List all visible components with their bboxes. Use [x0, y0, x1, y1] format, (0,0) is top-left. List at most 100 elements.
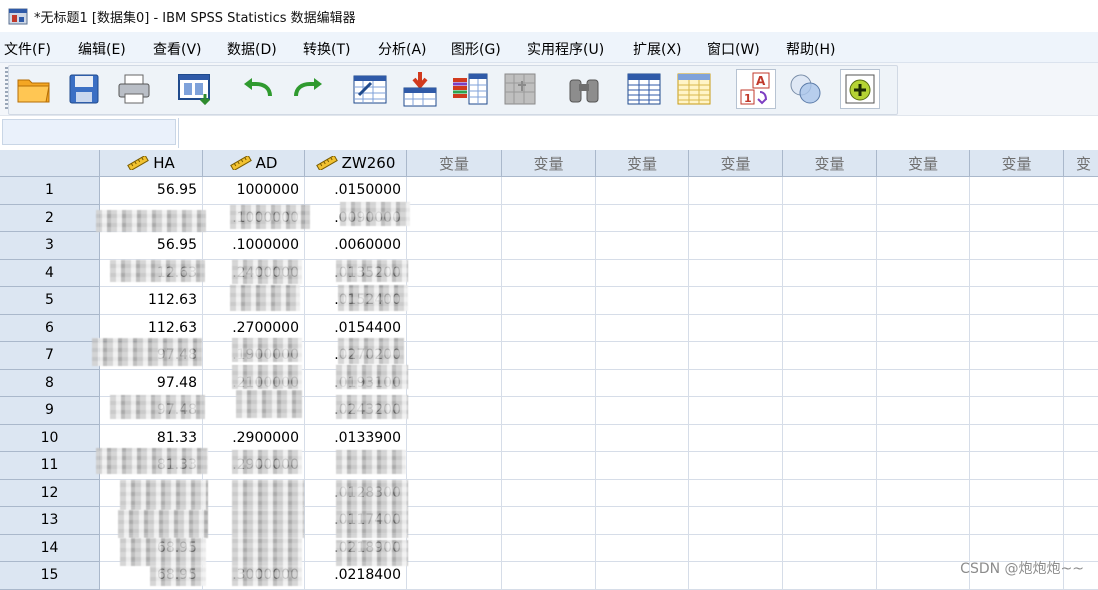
- data-cell[interactable]: [1064, 397, 1098, 425]
- data-cell[interactable]: [1064, 232, 1098, 260]
- data-cell[interactable]: [596, 204, 689, 232]
- data-cell[interactable]: 68.95: [100, 534, 203, 562]
- data-cell[interactable]: 112.63: [100, 287, 203, 315]
- data-cell[interactable]: .2400000: [203, 259, 305, 287]
- data-cell[interactable]: [407, 397, 502, 425]
- data-cell[interactable]: [502, 397, 596, 425]
- data-cell[interactable]: [502, 314, 596, 342]
- menu-item[interactable]: 窗口(W): [707, 39, 760, 59]
- data-cell[interactable]: [502, 369, 596, 397]
- data-cell[interactable]: [1064, 425, 1098, 452]
- menu-item[interactable]: 图形(G): [451, 39, 501, 59]
- data-cell[interactable]: .0270200: [305, 342, 407, 370]
- data-cell[interactable]: [877, 562, 970, 590]
- menu-item[interactable]: 转换(T): [303, 39, 350, 59]
- data-cell[interactable]: [502, 562, 596, 590]
- data-cell[interactable]: [596, 452, 689, 480]
- data-cell[interactable]: [970, 342, 1064, 370]
- data-cell[interactable]: [596, 369, 689, 397]
- data-cell[interactable]: [407, 232, 502, 260]
- data-cell[interactable]: [783, 562, 877, 590]
- undo-icon[interactable]: [238, 69, 278, 109]
- data-cell[interactable]: [502, 507, 596, 535]
- row-header[interactable]: 8: [0, 369, 100, 397]
- data-cell[interactable]: 112.63: [100, 314, 203, 342]
- data-cell[interactable]: [1064, 205, 1098, 232]
- data-cell[interactable]: [689, 479, 783, 507]
- data-cell[interactable]: [877, 507, 970, 535]
- data-cell[interactable]: [689, 534, 783, 562]
- data-cell[interactable]: [596, 479, 689, 507]
- split-file-icon[interactable]: [500, 69, 540, 109]
- column-header-empty-variable[interactable]: 变量: [970, 150, 1064, 177]
- data-cell[interactable]: [783, 397, 877, 425]
- open-folder-icon[interactable]: [14, 69, 54, 109]
- data-cell[interactable]: [689, 397, 783, 425]
- data-cell[interactable]: [970, 204, 1064, 232]
- data-cell[interactable]: .0193100: [305, 369, 407, 397]
- data-cell[interactable]: .1900000: [203, 342, 305, 370]
- data-cell[interactable]: [502, 479, 596, 507]
- data-cell[interactable]: [877, 424, 970, 452]
- data-cell[interactable]: [407, 534, 502, 562]
- data-cell[interactable]: [502, 177, 596, 205]
- data-cell[interactable]: [970, 424, 1064, 452]
- column-header-empty-variable[interactable]: 变量: [877, 150, 970, 177]
- data-cell[interactable]: [970, 479, 1064, 507]
- row-header[interactable]: 1: [0, 177, 100, 205]
- data-cell[interactable]: [783, 534, 877, 562]
- column-header[interactable]: AD: [203, 150, 305, 177]
- value-labels-icon[interactable]: A1: [736, 69, 776, 109]
- data-cell[interactable]: .2900000: [203, 452, 305, 480]
- data-cell[interactable]: [970, 397, 1064, 425]
- spss-app-icon[interactable]: [8, 6, 28, 26]
- data-cell[interactable]: [877, 342, 970, 370]
- data-cell[interactable]: [407, 314, 502, 342]
- data-cell[interactable]: [596, 424, 689, 452]
- data-cell[interactable]: .0060000: [305, 232, 407, 260]
- data-cell[interactable]: [1064, 480, 1098, 507]
- data-cell[interactable]: [877, 204, 970, 232]
- data-cell[interactable]: 97.48: [100, 342, 203, 370]
- data-cell[interactable]: [596, 507, 689, 535]
- data-cell[interactable]: [203, 507, 305, 535]
- data-cell[interactable]: .0218900: [305, 534, 407, 562]
- data-cell[interactable]: .0218400: [305, 562, 407, 590]
- row-header[interactable]: 14: [0, 534, 100, 562]
- data-cell[interactable]: [1064, 370, 1098, 397]
- data-cell[interactable]: .0133900: [305, 424, 407, 452]
- data-cell[interactable]: [502, 232, 596, 260]
- data-cell[interactable]: [783, 204, 877, 232]
- data-cell[interactable]: .0154400: [305, 314, 407, 342]
- menu-item[interactable]: 实用程序(U): [527, 39, 604, 59]
- column-header[interactable]: ZW260: [305, 150, 407, 177]
- data-cell[interactable]: 68.95: [100, 562, 203, 590]
- data-cell[interactable]: [502, 452, 596, 480]
- data-cell[interactable]: [1064, 177, 1098, 205]
- data-cell[interactable]: [407, 507, 502, 535]
- data-cell[interactable]: .0243200: [305, 397, 407, 425]
- data-cell[interactable]: [203, 397, 305, 425]
- data-cell[interactable]: [407, 342, 502, 370]
- data-cell[interactable]: .2700000: [203, 314, 305, 342]
- select-cases-icon[interactable]: [624, 69, 664, 109]
- data-cell[interactable]: [877, 369, 970, 397]
- data-cell[interactable]: [596, 397, 689, 425]
- data-cell[interactable]: [970, 232, 1064, 260]
- data-cell[interactable]: [100, 507, 203, 535]
- data-cell[interactable]: [689, 314, 783, 342]
- menu-item[interactable]: 文件(F): [4, 39, 51, 59]
- data-cell[interactable]: [1064, 342, 1098, 370]
- data-cell[interactable]: [502, 534, 596, 562]
- data-cell[interactable]: [1064, 452, 1098, 480]
- row-header[interactable]: 11: [0, 452, 100, 480]
- data-cell[interactable]: [689, 562, 783, 590]
- data-cell[interactable]: [1064, 260, 1098, 287]
- row-header[interactable]: 12: [0, 479, 100, 507]
- data-cell[interactable]: [970, 287, 1064, 315]
- data-cell[interactable]: .3000000: [203, 562, 305, 590]
- data-cell[interactable]: [783, 369, 877, 397]
- data-cell[interactable]: .1000000: [203, 232, 305, 260]
- data-cell[interactable]: [783, 452, 877, 480]
- data-cell[interactable]: [689, 287, 783, 315]
